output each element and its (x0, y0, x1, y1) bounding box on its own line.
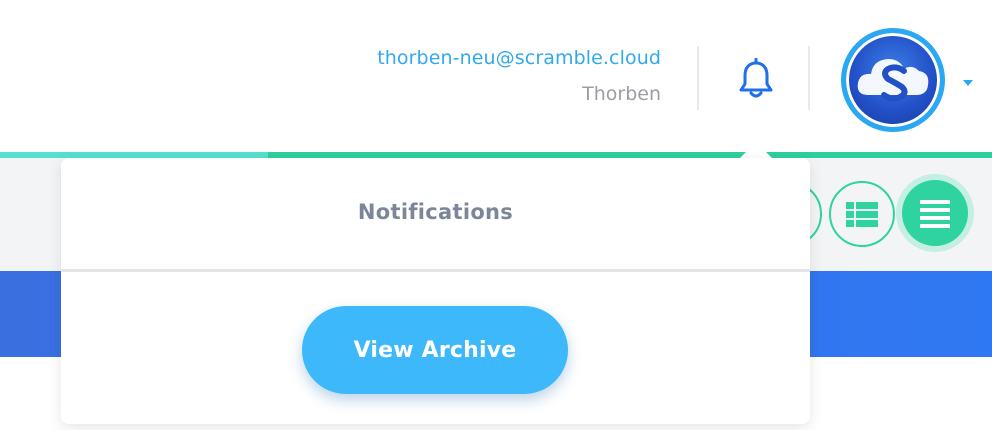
caret-down-icon[interactable] (961, 73, 975, 86)
notifications-dropdown: Notifications View Archive (61, 158, 810, 424)
header-divider (697, 46, 699, 110)
notifications-title: Notifications (357, 200, 514, 224)
grid-view-button[interactable] (829, 181, 895, 247)
user-name: Thorben (582, 83, 661, 105)
dropdown-divider (61, 269, 810, 272)
avatar[interactable] (841, 28, 945, 132)
list-view-button[interactable] (902, 180, 968, 246)
bell-icon[interactable] (736, 57, 776, 102)
view-archive-button[interactable]: View Archive (302, 306, 568, 394)
dropdown-pointer (740, 142, 772, 158)
user-email[interactable]: thorben-neu@scramble.cloud (377, 47, 661, 69)
top-header: thorben-neu@scramble.cloud Thorben (0, 0, 992, 152)
header-divider (808, 46, 810, 110)
list-view-icon (920, 200, 950, 228)
grid-view-icon (846, 202, 878, 227)
scramble-cloud-logo-icon (857, 59, 929, 102)
